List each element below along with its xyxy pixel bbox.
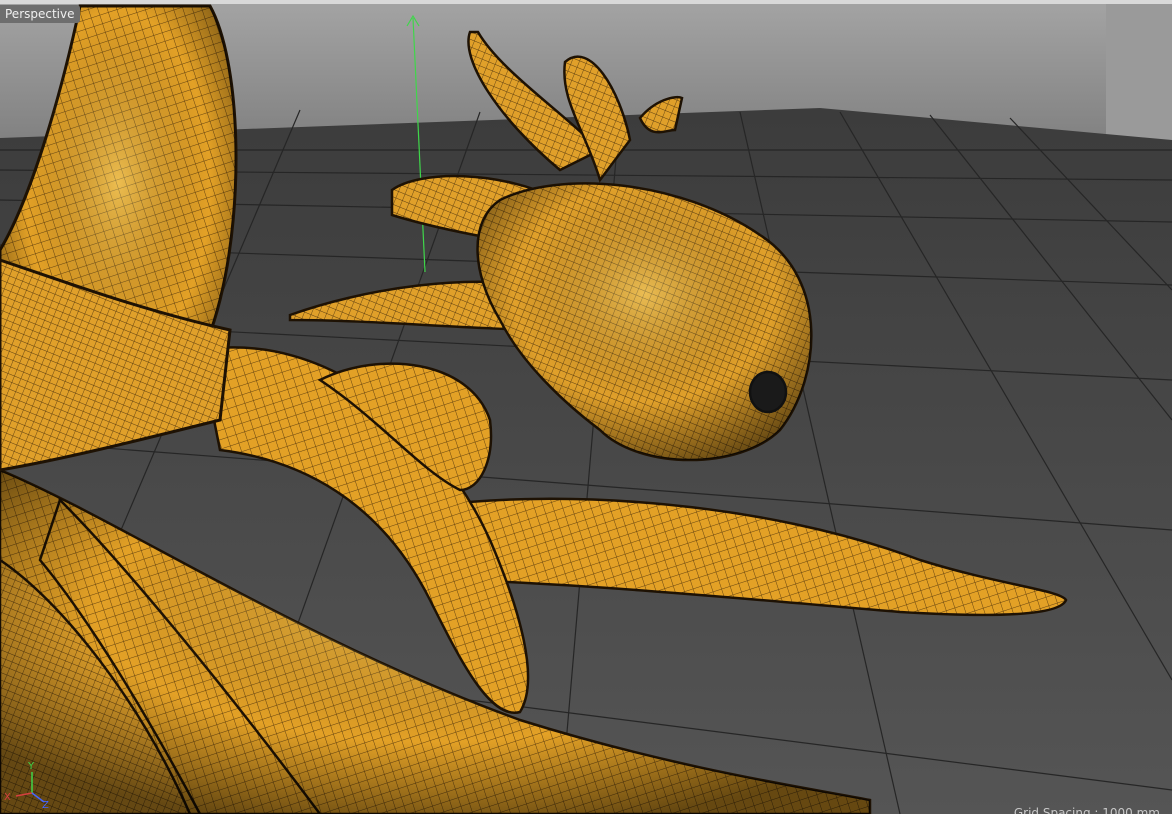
axis-x-label: X [4, 792, 11, 803]
backdrop-right-panel [1106, 4, 1172, 154]
camera-menu[interactable]: Perspective [0, 5, 80, 23]
axis-z-label: Z [42, 800, 49, 808]
3d-scene[interactable] [0, 0, 1172, 814]
viewport-header-strip [0, 0, 1172, 4]
axis-gizmo: Y X Z [4, 761, 49, 808]
editor-viewport[interactable]: Perspective Y X Z Grid Spacing : 1000 mm [0, 0, 1172, 814]
grid-spacing-readout: Grid Spacing : 1000 mm [1013, 806, 1160, 814]
axis-y-label: Y [27, 761, 35, 772]
